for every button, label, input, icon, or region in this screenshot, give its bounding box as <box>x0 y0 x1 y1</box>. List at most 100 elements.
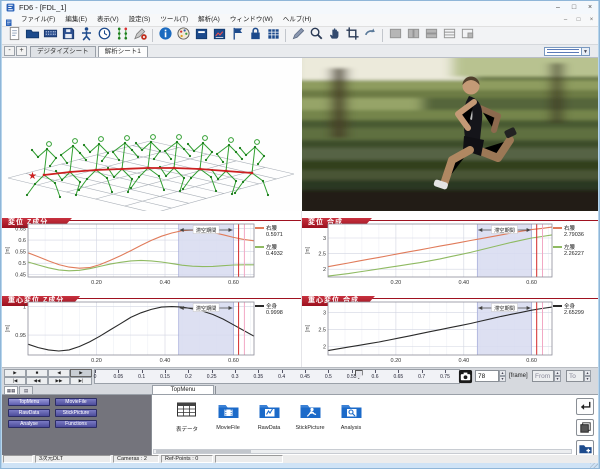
video-view[interactable] <box>302 58 598 211</box>
menu-item-4[interactable]: ツール(T) <box>155 14 193 26</box>
step-button[interactable]: ▶ <box>70 369 92 377</box>
window-frame-bottom <box>2 463 598 469</box>
toolbar-folder-open-button[interactable] <box>23 27 41 44</box>
fast-rewind-button[interactable]: ◀◀ <box>26 377 48 385</box>
nav-button-rawdata[interactable]: RawData <box>8 409 50 417</box>
ruler-tick <box>398 370 399 373</box>
nav-button-topmenu[interactable]: TopMenu <box>8 398 50 406</box>
toolbar-chart-box-button[interactable] <box>210 27 228 44</box>
ruler-tick <box>305 370 306 373</box>
toolbar-save-button[interactable] <box>59 27 77 44</box>
grid-table-icon <box>266 27 281 45</box>
toolbar-crop-button[interactable] <box>343 27 361 44</box>
menu-item-6[interactable]: ウィンドウ(W) <box>225 14 278 26</box>
scrollbar-thumb[interactable] <box>156 450 251 453</box>
layout-combobox[interactable]: ▼ <box>544 47 590 56</box>
toolbar-pen-button[interactable] <box>289 27 307 44</box>
toolbar-box-archive-button[interactable] <box>192 27 210 44</box>
undo-icon <box>363 27 378 45</box>
maximize-button[interactable]: □ <box>566 2 582 14</box>
chevron-down-icon: ▼ <box>581 48 589 55</box>
menu-item-5[interactable]: 解析(A) <box>193 14 225 26</box>
legend-name: 全身 <box>564 302 575 310</box>
view-tab-list[interactable]: ▤ <box>19 386 33 394</box>
mdi-restore-button[interactable]: □ <box>572 15 585 26</box>
shortcut-icons-panel: 表データMovieFileRawDataStickPictureAnalysis <box>153 395 574 455</box>
clock-icon <box>97 27 112 45</box>
shortcut-folder-rawdata[interactable]: RawData <box>249 401 289 455</box>
toolbar-flag-button[interactable] <box>228 27 246 44</box>
mdi-controls: – □ × <box>559 15 598 26</box>
toolbar-grid-table-button[interactable] <box>264 27 282 44</box>
return-button[interactable] <box>576 398 594 415</box>
ruler-tick <box>118 370 119 373</box>
from-field[interactable]: From <box>532 370 554 382</box>
to-field[interactable]: To <box>566 370 584 382</box>
layout-4-icon <box>442 27 457 45</box>
tab-digitize-sheet[interactable]: デジタイズシート <box>30 46 96 57</box>
shortcut-folder-analysis[interactable]: Analysis <box>331 401 371 455</box>
frame-number-input[interactable]: 78 <box>475 370 499 382</box>
play-button[interactable]: ▶ <box>4 369 26 377</box>
svg-text:0.20: 0.20 <box>391 358 402 364</box>
last-frame-button[interactable]: ▶| <box>70 377 92 385</box>
layers-button[interactable] <box>576 419 594 436</box>
close-button[interactable]: × <box>582 2 598 14</box>
nav-button-moviefile[interactable]: MovieFile <box>55 398 97 406</box>
mdi-minimize-button[interactable]: – <box>559 15 572 26</box>
remove-sheet-button[interactable]: - <box>4 46 15 56</box>
folder-plus-button[interactable] <box>576 440 594 455</box>
to-stepper[interactable]: ▲▼ <box>584 370 591 382</box>
frame-stepper[interactable]: ▲▼ <box>499 370 506 382</box>
nav-button-functions[interactable]: Functions <box>55 420 97 428</box>
svg-text:滞空期間: 滞空期間 <box>196 304 217 312</box>
resize-grip[interactable] <box>590 463 598 469</box>
menu-item-3[interactable]: 設定(S) <box>124 14 156 26</box>
stick-figure-3d-view[interactable]: ★ <box>2 58 302 211</box>
fast-forward-button[interactable]: ▶▶ <box>48 377 70 385</box>
toolbar-stick-chain-button[interactable] <box>113 27 131 44</box>
svg-text:0.55: 0.55 <box>15 250 26 256</box>
toolbar-info-button[interactable] <box>156 27 174 44</box>
minimize-button[interactable]: – <box>550 2 566 14</box>
shortcut-folder-movie[interactable]: MovieFile <box>208 401 248 455</box>
camera-button[interactable] <box>458 369 472 383</box>
shortcut-label: Analysis <box>331 425 371 431</box>
stop-button[interactable]: ■ <box>26 369 48 377</box>
reverse-button[interactable]: ◀ <box>48 369 70 377</box>
legend-name: 左腰 <box>266 243 277 251</box>
frame-unit-label: [frame] <box>509 373 528 379</box>
add-sheet-button[interactable]: + <box>16 46 27 56</box>
toolbar-hand-button[interactable] <box>325 27 343 44</box>
tab-analysis-sheet[interactable]: 解析シート1 <box>98 46 148 57</box>
horizontal-scrollbar[interactable] <box>153 449 572 454</box>
status-segment-4 <box>215 455 283 463</box>
folder-open-icon <box>25 27 40 45</box>
nav-button-analyse[interactable]: Analyse <box>8 420 50 428</box>
toolbar-filmstrip-button[interactable] <box>41 27 59 44</box>
timeline-ruler[interactable]: 00.050.10.150.20.250.30.350.40.450.50.55… <box>94 369 460 384</box>
menu-item-1[interactable]: 編集(E) <box>60 14 92 26</box>
first-frame-button[interactable]: |◀ <box>4 377 26 385</box>
tab-topmenu[interactable]: TopMenu <box>152 385 214 394</box>
status-segment-2: Cameras : 2 <box>113 455 159 463</box>
toolbar-doc-new-button[interactable] <box>5 27 23 44</box>
toolbar-palette-button[interactable] <box>174 27 192 44</box>
mdi-close-button[interactable]: × <box>585 15 598 26</box>
shortcut-folder-stick[interactable]: StickPicture <box>290 401 330 455</box>
from-stepper[interactable]: ▲▼ <box>554 370 561 382</box>
menu-item-2[interactable]: 表示(V) <box>92 14 124 26</box>
toolbar-lock-button[interactable] <box>246 27 264 44</box>
toolbar-clock-button[interactable] <box>95 27 113 44</box>
ruler-tick <box>165 370 166 373</box>
shortcut-table-data[interactable]: 表データ <box>167 401 207 455</box>
view-tab-grid[interactable]: ▦▦ <box>4 386 18 394</box>
toolbar-magnifier-button[interactable] <box>307 27 325 44</box>
menu-item-7[interactable]: ヘルプ(H) <box>278 14 317 26</box>
toolbar-person-button[interactable] <box>77 27 95 44</box>
nav-button-stickpicture[interactable]: StickPicture <box>55 409 97 417</box>
ruler-tick <box>282 370 283 373</box>
toolbar-pen-gear-button[interactable] <box>131 27 149 44</box>
toolbar-undo-button[interactable] <box>361 27 379 44</box>
menu-item-0[interactable]: ファイル(F) <box>16 14 60 26</box>
